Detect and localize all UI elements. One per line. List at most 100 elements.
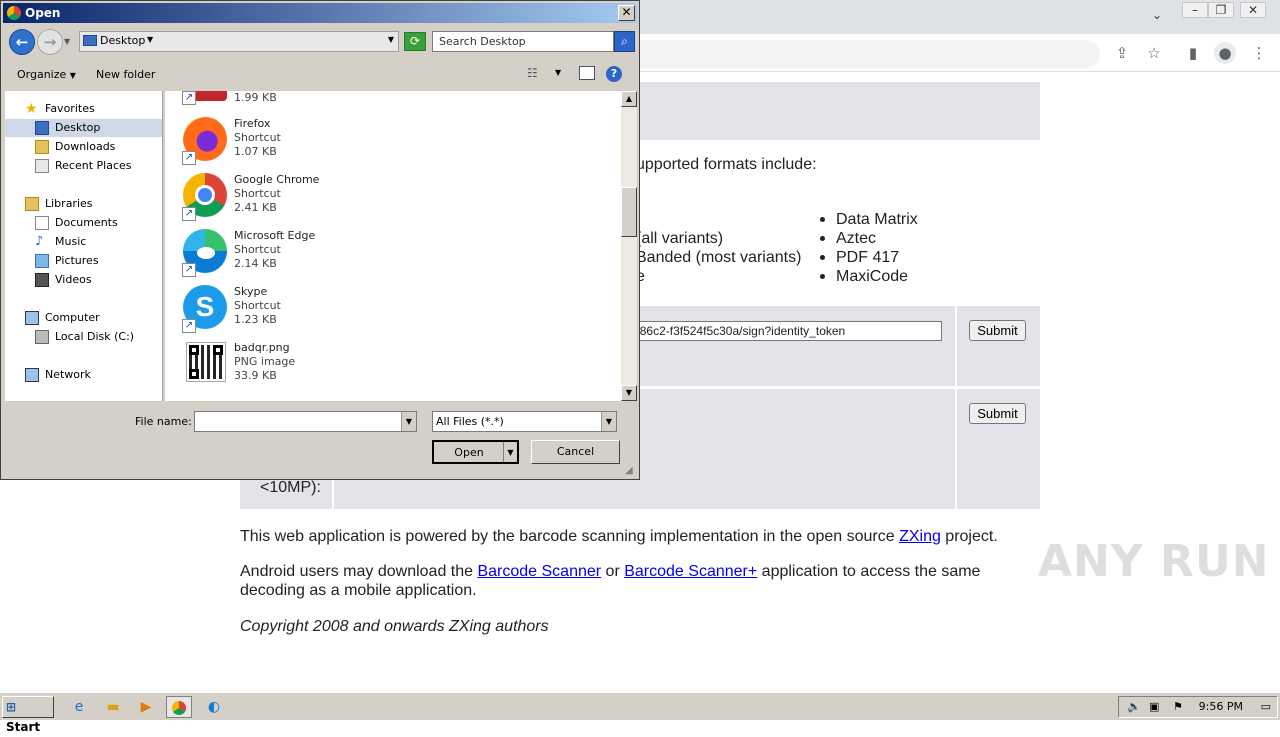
- address-dropdown-icon[interactable]: ▼: [388, 35, 394, 44]
- edge-taskbar-icon[interactable]: ◐: [201, 696, 227, 718]
- command-bar: Organize ▼ New folder ☷ ▼ ?: [3, 61, 637, 89]
- downloads-folder-icon: [35, 140, 49, 154]
- file-name-dropdown-icon[interactable]: ▼: [401, 412, 416, 431]
- star-icon[interactable]: ☆: [1143, 42, 1165, 64]
- menu-icon[interactable]: ⋮: [1248, 42, 1270, 64]
- nav-item-music[interactable]: ♪ Music: [35, 233, 86, 251]
- shortcut-arrow-icon: ↗: [182, 151, 196, 165]
- vertical-scrollbar[interactable]: ▲ ▼: [621, 91, 637, 401]
- tab-search-chevron-icon[interactable]: ⌄: [1152, 8, 1162, 22]
- taskbar: ⊞ Start e ▬ ▶ ◐ 🔈 ▣ ⚑ 9:56 PM ▭: [0, 692, 1280, 734]
- close-window-icon[interactable]: ✕: [1240, 2, 1266, 18]
- chrome-taskbar-icon[interactable]: [166, 696, 192, 718]
- scroll-thumb[interactable]: [621, 187, 637, 237]
- new-folder-button[interactable]: New folder: [96, 68, 155, 81]
- list-item[interactable]: ↗ 1.99 KB: [181, 91, 481, 109]
- windows-logo-icon: ⊞: [6, 700, 17, 714]
- shortcut-arrow-icon: ↗: [182, 207, 196, 221]
- search-icon[interactable]: ⌕: [614, 31, 635, 52]
- explorer-icon[interactable]: ▬: [100, 696, 126, 718]
- flag-icon[interactable]: ⚑: [1173, 700, 1183, 713]
- start-button[interactable]: ⊞ Start: [2, 696, 54, 734]
- pictures-icon: [35, 254, 49, 268]
- nav-item-pictures[interactable]: Pictures: [35, 252, 99, 270]
- open-split-chevron-icon[interactable]: ▼: [503, 442, 517, 462]
- sidebar-icon[interactable]: ▮: [1182, 42, 1204, 64]
- dialog-close-button[interactable]: ✕: [618, 5, 635, 21]
- bullet: [820, 217, 825, 222]
- volume-icon[interactable]: 🔈: [1127, 700, 1141, 713]
- navigation-pane: ★ Favorites Desktop Downloads Recent Pla…: [5, 91, 163, 401]
- open-button[interactable]: Open ▼: [432, 440, 519, 464]
- zxing-link[interactable]: ZXing: [899, 528, 941, 545]
- restore-icon[interactable]: ❐: [1208, 2, 1234, 18]
- desktop-icon: [35, 121, 49, 135]
- list-item[interactable]: ↗ Microsoft Edge Shortcut 2.14 KB: [181, 225, 481, 281]
- nav-item-favorites[interactable]: ★ Favorites: [25, 100, 95, 118]
- format-item: Data Matrix: [836, 211, 918, 228]
- nav-item-local-disk[interactable]: Local Disk (C:): [35, 328, 134, 346]
- show-desktop-icon[interactable]: ▭: [1261, 700, 1271, 713]
- nav-item-desktop[interactable]: Desktop: [35, 119, 100, 137]
- nav-item-videos[interactable]: Videos: [35, 271, 92, 289]
- nav-item-downloads[interactable]: Downloads: [35, 138, 115, 156]
- barcode-scanner-plus-link[interactable]: Barcode Scanner+: [624, 563, 757, 580]
- minimize-icon[interactable]: –: [1182, 2, 1208, 18]
- resize-grip-icon[interactable]: ◢: [625, 465, 637, 477]
- forward-icon[interactable]: →: [37, 29, 63, 55]
- submit-url-button[interactable]: Submit: [969, 320, 1026, 341]
- preview-pane-icon[interactable]: [579, 66, 595, 80]
- format-item: Banded (most variants): [636, 249, 802, 266]
- bullet: [820, 255, 825, 260]
- nav-item-recent[interactable]: Recent Places: [35, 157, 132, 175]
- scroll-up-icon[interactable]: ▲: [621, 91, 637, 107]
- cancel-button[interactable]: Cancel: [531, 440, 620, 464]
- recent-locations-chevron-icon[interactable]: ▼: [64, 37, 70, 46]
- submit-file-button[interactable]: Submit: [969, 403, 1026, 424]
- barcode-scanner-link[interactable]: Barcode Scanner: [477, 563, 601, 580]
- clock[interactable]: 9:56 PM: [1199, 697, 1243, 717]
- scroll-down-icon[interactable]: ▼: [621, 385, 637, 401]
- ie-icon[interactable]: e: [66, 696, 92, 718]
- open-file-dialog: Open ✕ ← → ▼ Desktop ▼ ▼ ⟳ Search Deskto…: [0, 0, 640, 480]
- nav-item-network[interactable]: Network: [25, 366, 91, 384]
- search-input[interactable]: Search Desktop: [432, 31, 614, 52]
- file-type-dropdown-icon[interactable]: ▼: [601, 412, 616, 431]
- chrome-icon: ↗: [181, 171, 229, 221]
- organize-button[interactable]: Organize ▼: [17, 68, 76, 81]
- system-tray: 🔈 ▣ ⚑ 9:56 PM ▭: [1118, 696, 1278, 718]
- shortcut-arrow-icon: ↗: [182, 319, 196, 333]
- shortcut-arrow-icon: ↗: [182, 91, 196, 105]
- formats-intro-text: upported formats include:: [636, 156, 817, 173]
- back-icon[interactable]: ←: [9, 29, 35, 55]
- view-chevron-icon[interactable]: ▼: [555, 68, 561, 77]
- copyright-text: Copyright 2008 and onwards ZXing authors: [240, 618, 549, 635]
- media-player-icon[interactable]: ▶: [133, 696, 159, 718]
- nav-item-documents[interactable]: Documents: [35, 214, 118, 232]
- breadcrumb-chevron-icon[interactable]: ▼: [147, 35, 153, 44]
- nav-item-libraries[interactable]: Libraries: [25, 195, 93, 213]
- view-options-icon[interactable]: ☷: [527, 66, 538, 80]
- list-item[interactable]: ↗ Firefox Shortcut 1.07 KB: [181, 113, 481, 169]
- list-item[interactable]: ↗ Google Chrome Shortcut 2.41 KB: [181, 169, 481, 225]
- address-bar[interactable]: Desktop ▼ ▼: [79, 31, 399, 52]
- file-type-select[interactable]: All Files (*.*) ▼: [432, 411, 617, 432]
- address-location[interactable]: Desktop: [100, 34, 145, 47]
- anyrun-watermark: ANY RUN: [1038, 536, 1270, 587]
- firefox-icon: ↗: [181, 115, 229, 165]
- list-item[interactable]: badqr.png PNG image 33.9 KB: [181, 337, 481, 393]
- drive-icon: [35, 330, 49, 344]
- help-icon[interactable]: ?: [606, 66, 622, 82]
- refresh-icon[interactable]: ⟳: [404, 32, 426, 51]
- profile-icon[interactable]: ●: [1214, 42, 1236, 64]
- share-icon[interactable]: ⇪: [1111, 42, 1133, 64]
- list-item[interactable]: S ↗ Skype Shortcut 1.23 KB: [181, 281, 481, 337]
- bullet: [820, 274, 825, 279]
- file-name-input[interactable]: ▼: [194, 411, 417, 432]
- network-tray-icon[interactable]: ▣: [1149, 700, 1159, 713]
- nav-item-computer[interactable]: Computer: [25, 309, 100, 327]
- star-favorites-icon: ★: [25, 101, 38, 117]
- network-icon: [25, 368, 39, 382]
- music-icon: ♪: [35, 234, 44, 249]
- omnibox[interactable]: [640, 40, 1100, 68]
